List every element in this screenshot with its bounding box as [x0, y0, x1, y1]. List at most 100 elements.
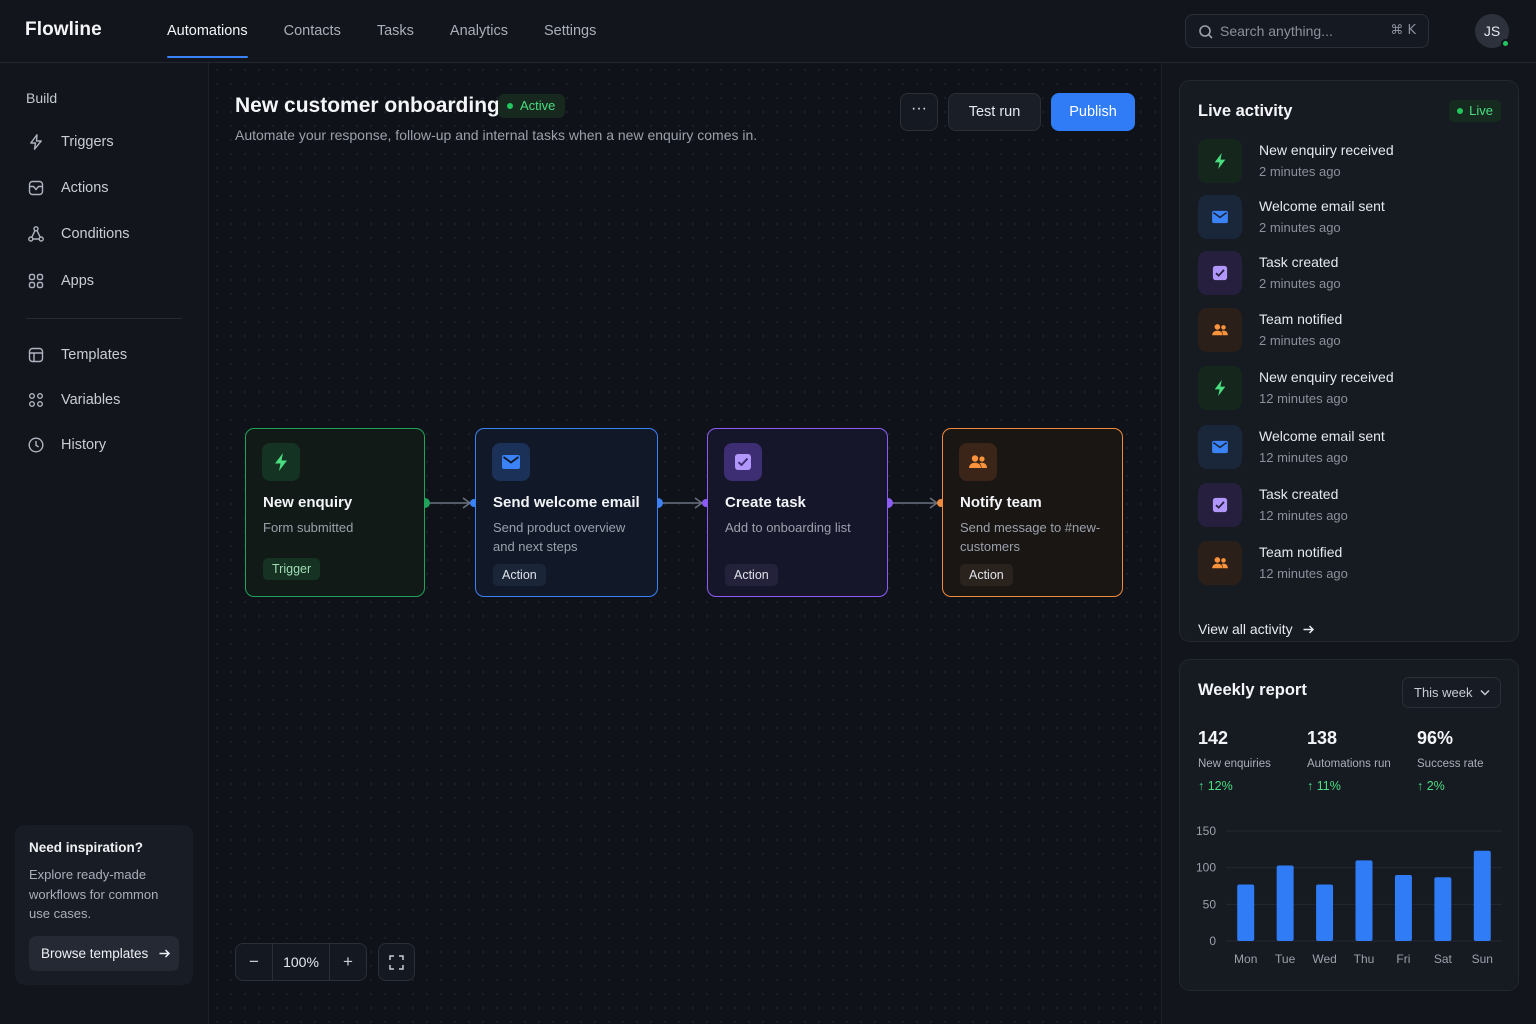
- connector-2: [653, 497, 710, 509]
- box-icon: [28, 180, 44, 196]
- connector-1: [420, 497, 478, 509]
- stat-value: 96%: [1417, 728, 1454, 748]
- arrow-up-icon: ↑: [1417, 779, 1424, 793]
- sidebar-item-history[interactable]: History: [27, 433, 106, 457]
- browse-templates-button[interactable]: Browse templates: [29, 936, 179, 971]
- stat-value: 138: [1307, 728, 1338, 748]
- period-select[interactable]: This week: [1402, 677, 1501, 708]
- activity-item[interactable]: Team notified 2 minutes ago: [1198, 308, 1498, 353]
- tab-settings[interactable]: Settings: [544, 0, 596, 63]
- workflow-node-create-task[interactable]: Create task Add to onboarding list Actio…: [707, 428, 888, 597]
- workflow-canvas[interactable]: New customer onboarding Active Automate …: [210, 63, 1160, 1024]
- activity-item[interactable]: Task created 12 minutes ago: [1198, 483, 1498, 528]
- chevron-down-icon: [1480, 689, 1490, 696]
- activity-icon: [1198, 251, 1242, 295]
- sidebar: Build Triggers Actions Conditions Apps T…: [0, 63, 209, 1024]
- stat-delta: ↑ 11%: [1307, 779, 1407, 793]
- activity-icon: [1198, 483, 1242, 527]
- activity-title: Team notified: [1259, 544, 1343, 560]
- activity-title: New enquiry received: [1259, 369, 1394, 385]
- variables-icon: [29, 393, 43, 407]
- node-title: Send welcome email: [493, 494, 640, 511]
- tab-tasks[interactable]: Tasks: [377, 0, 414, 63]
- zoom-level: 100%: [272, 944, 330, 980]
- sidebar-item-variables[interactable]: Variables: [27, 388, 120, 412]
- sidebar-item-conditions[interactable]: Conditions: [27, 222, 130, 246]
- sidebar-item-templates[interactable]: Templates: [27, 343, 127, 367]
- activity-item[interactable]: Welcome email sent 2 minutes ago: [1198, 195, 1498, 240]
- tab-automations[interactable]: Automations: [167, 0, 248, 63]
- x-tick-label: Thu: [1354, 952, 1375, 966]
- activity-item[interactable]: New enquiry received 2 minutes ago: [1198, 139, 1498, 184]
- activity-title: Welcome email sent: [1259, 198, 1385, 214]
- activity-title: Team notified: [1259, 311, 1343, 327]
- live-activity-title: Live activity: [1198, 102, 1293, 120]
- mail-icon: [1212, 210, 1228, 224]
- search-icon: [1199, 25, 1213, 39]
- workflow-node-send-welcome-email[interactable]: Send welcome email Send product overview…: [475, 428, 658, 597]
- users-icon: [1212, 557, 1228, 569]
- search-box[interactable]: ⌘ K: [1185, 14, 1429, 48]
- stat-success-rate: 96% Success rate ↑ 2%: [1417, 728, 1517, 793]
- activity-icon: [1198, 308, 1242, 352]
- workflow-node-new-enquiry[interactable]: New enquiry Form submitted Trigger: [245, 428, 425, 597]
- tab-contacts[interactable]: Contacts: [284, 0, 341, 63]
- activity-title: New enquiry received: [1259, 142, 1394, 158]
- publish-button[interactable]: Publish: [1051, 93, 1135, 131]
- node-title: Create task: [725, 494, 806, 511]
- more-options-button[interactable]: ···: [900, 93, 938, 131]
- stat-delta-value: 2%: [1426, 779, 1445, 793]
- view-all-activity-link[interactable]: View all activity: [1198, 621, 1315, 637]
- mail-icon: [502, 455, 520, 469]
- zoom-in-button[interactable]: +: [330, 944, 366, 980]
- sidebar-item-actions[interactable]: Actions: [27, 176, 109, 200]
- user-avatar[interactable]: JS: [1475, 14, 1510, 48]
- y-tick-label: 100: [1196, 861, 1216, 875]
- workflow-node-notify-team[interactable]: Notify team Send message to #new-custome…: [942, 428, 1123, 597]
- activity-item[interactable]: Task created 2 minutes ago: [1198, 251, 1498, 296]
- lightning-icon: [275, 453, 287, 471]
- activity-item[interactable]: Team notified 12 minutes ago: [1198, 541, 1498, 586]
- period-select-value: This week: [1414, 685, 1473, 700]
- node-subtitle: Form submitted: [263, 520, 354, 535]
- x-tick-label: Wed: [1312, 952, 1336, 966]
- template-icon: [28, 347, 44, 363]
- users-icon: [1212, 324, 1228, 336]
- node-subtitle: Send message to #new-customers: [960, 520, 1101, 554]
- activity-item[interactable]: New enquiry received 12 minutes ago: [1198, 366, 1498, 411]
- stat-delta: ↑ 12%: [1198, 779, 1298, 793]
- chart-bar-sat[interactable]: [1434, 877, 1452, 941]
- x-tick-label: Tue: [1275, 952, 1296, 966]
- sidebar-item-apps[interactable]: Apps: [27, 269, 94, 293]
- grid-icon: [28, 273, 44, 289]
- chart-bar-sun[interactable]: [1473, 850, 1491, 941]
- search-input[interactable]: [1220, 15, 1370, 47]
- right-panel: Live activity Live New enquiry received …: [1161, 63, 1536, 1024]
- tab-analytics[interactable]: Analytics: [450, 0, 508, 63]
- chart-bar-thu[interactable]: [1355, 860, 1373, 941]
- activity-icon: [1198, 425, 1242, 469]
- chart-bar-fri[interactable]: [1394, 875, 1412, 941]
- node-icon: [959, 443, 997, 481]
- chart-bar-mon[interactable]: [1237, 884, 1255, 941]
- lightning-icon: [30, 134, 42, 150]
- weekly-bar-chart: 0 50 100 150 Mon Tue Wed Thu Fri Sat Sun: [1196, 824, 1502, 966]
- activity-item[interactable]: Welcome email sent 12 minutes ago: [1198, 425, 1498, 470]
- sidebar-item-triggers[interactable]: Triggers: [27, 130, 114, 154]
- zoom-out-button[interactable]: −: [236, 944, 272, 980]
- app-logo[interactable]: Flowline: [25, 19, 102, 41]
- activity-time: 12 minutes ago: [1259, 450, 1348, 465]
- activity-time: 2 minutes ago: [1259, 276, 1341, 291]
- stat-label: Success rate: [1417, 758, 1484, 770]
- chart-bar-wed[interactable]: [1316, 884, 1334, 941]
- chart-bar-tue[interactable]: [1276, 865, 1294, 941]
- activity-icon: [1198, 139, 1242, 183]
- activity-time: 12 minutes ago: [1259, 508, 1348, 523]
- x-tick-label: Sat: [1434, 952, 1453, 966]
- stat-label: New enquiries: [1198, 758, 1271, 770]
- test-run-button[interactable]: Test run: [948, 93, 1041, 131]
- avatar-initials: JS: [1483, 23, 1501, 39]
- stat-automations-run: 138 Automations run ↑ 11%: [1307, 728, 1407, 793]
- fit-to-screen-button[interactable]: [378, 943, 415, 981]
- node-icon: [724, 443, 762, 481]
